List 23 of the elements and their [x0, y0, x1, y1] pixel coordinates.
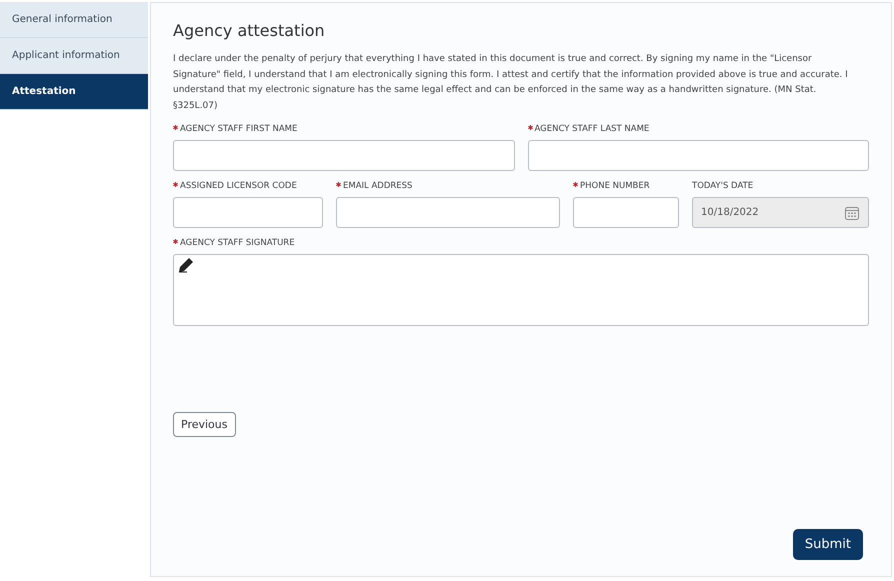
field-label: TODAY'S DATE — [692, 181, 754, 191]
attestation-statement: I declare under the penalty of perjury that everything I have stated in this document is true and correct. By signing my name in the "Licensor Signature" field, I understand that I am electronically signing this form. I attest and certify that the information provided above is true and accurate. I understand that my electronic signature has the same legal effect and can be enforced in the same way as a handwritten signature. (MN Stat. §325L.07) — [173, 53, 849, 112]
sidebar-tab[interactable]: General information — [0, 2, 148, 38]
date-field[interactable]: 10/18/2022 — [692, 197, 869, 228]
field-label: AGENCY STAFF FIRST NAME — [180, 124, 298, 134]
field-label: AGENCY STAFF SIGNATURE — [180, 238, 295, 248]
input-field[interactable] — [573, 197, 679, 228]
sidebar-tab[interactable]: Attestation — [0, 74, 148, 110]
input-field[interactable] — [173, 197, 323, 228]
field-label: AGENCY STAFF LAST NAME — [534, 124, 650, 134]
field-label: EMAIL ADDRESS — [343, 181, 412, 191]
submit-button[interactable]: Submit — [792, 529, 863, 560]
previous-button[interactable]: Previous — [173, 412, 236, 437]
calendar-icon — [844, 204, 860, 220]
input-field[interactable] — [336, 197, 560, 228]
field-label: PHONE NUMBER — [580, 181, 650, 191]
sidebar-tab[interactable]: Applicant information — [0, 38, 148, 74]
input-field[interactable] — [173, 140, 514, 171]
form-title: Agency attestation — [173, 21, 326, 40]
pencil-icon — [178, 257, 194, 273]
signature-field[interactable] — [173, 254, 869, 326]
input-field[interactable] — [528, 140, 869, 171]
field-label: ASSIGNED LICENSOR CODE — [180, 181, 297, 191]
